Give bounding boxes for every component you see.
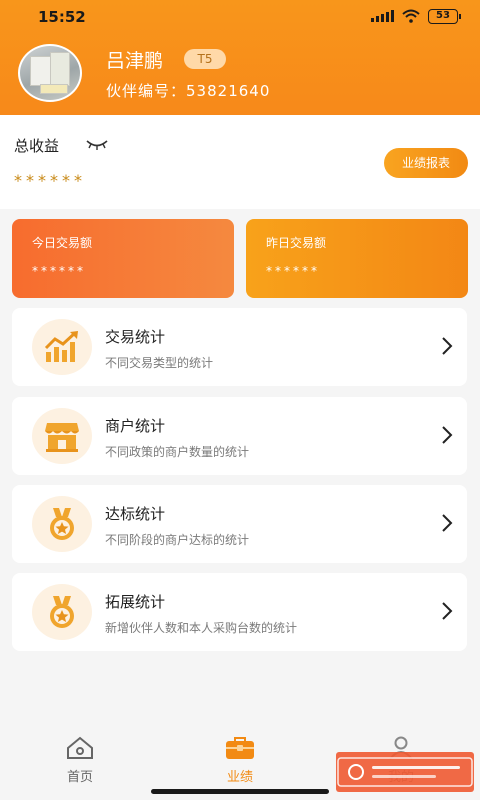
- profile-header: 15:52 53 吕津鹏 T5 伙伴编号：53821640: [0, 0, 480, 115]
- chevron-right-icon: [442, 514, 453, 532]
- target-stats-row[interactable]: 达标统计 不同阶段的商户达标的统计: [12, 485, 467, 563]
- icon-badge: [32, 584, 92, 640]
- avatar[interactable]: [18, 44, 82, 102]
- target-stats-title: 达标统计: [105, 505, 166, 523]
- site-watermark: [336, 752, 474, 792]
- icon-badge: [32, 319, 92, 375]
- chevron-right-icon: [442, 337, 453, 355]
- user-name: 吕津鹏: [106, 50, 164, 72]
- medal-icon: [50, 596, 74, 628]
- partner-id-row: 伙伴编号：53821640: [106, 80, 270, 101]
- eye-closed-icon[interactable]: [86, 139, 108, 151]
- tab-performance-label: 业绩: [226, 770, 253, 785]
- wifi-icon: [402, 9, 420, 23]
- expansion-stats-title: 拓展统计: [105, 593, 166, 611]
- today-volume-value: ******: [32, 264, 86, 278]
- total-earnings-value: ******: [14, 171, 86, 190]
- expansion-stats-row[interactable]: 拓展统计 新增伙伴人数和本人采购台数的统计: [12, 573, 467, 651]
- merchant-stats-title: 商户统计: [105, 417, 166, 435]
- signal-icon: [371, 10, 394, 22]
- yesterday-volume-card[interactable]: 昨日交易额 ******: [246, 219, 468, 298]
- battery-level: 53: [436, 9, 450, 21]
- trending-up-chart-icon: [44, 331, 78, 362]
- merchant-stats-desc: 不同政策的商户数量的统计: [105, 445, 250, 459]
- today-volume-label: 今日交易额: [32, 236, 93, 250]
- status-time: 15:52: [38, 8, 86, 26]
- status-icons: 53: [371, 8, 461, 24]
- transaction-stats-title: 交易统计: [105, 328, 166, 346]
- tab-home-label: 首页: [66, 770, 93, 785]
- home-icon: [67, 736, 93, 759]
- status-bar: 15:52 53: [0, 0, 480, 32]
- icon-badge: [32, 408, 92, 464]
- transaction-stats-row[interactable]: 交易统计 不同交易类型的统计: [12, 308, 467, 386]
- merchant-stats-row[interactable]: 商户统计 不同政策的商户数量的统计: [12, 397, 467, 475]
- yesterday-volume-value: ******: [266, 264, 320, 278]
- medal-icon: [50, 508, 74, 540]
- tier-badge: T5: [184, 49, 226, 69]
- chevron-right-icon: [442, 426, 453, 444]
- today-volume-card[interactable]: 今日交易额 ******: [12, 219, 234, 298]
- battery-icon: 53: [428, 8, 461, 24]
- partner-id-value: 53821640: [186, 82, 271, 100]
- transaction-stats-desc: 不同交易类型的统计: [105, 356, 214, 370]
- icon-badge: [32, 496, 92, 552]
- briefcase-icon: [226, 737, 254, 759]
- tab-performance[interactable]: 业绩: [210, 736, 270, 785]
- tab-home[interactable]: 首页: [50, 736, 110, 785]
- expansion-stats-desc: 新增伙伴人数和本人采购台数的统计: [105, 621, 298, 635]
- partner-id-label: 伙伴编号：: [106, 82, 187, 100]
- home-indicator[interactable]: [151, 789, 329, 794]
- target-stats-desc: 不同阶段的商户达标的统计: [105, 533, 250, 547]
- yesterday-volume-label: 昨日交易额: [266, 236, 327, 250]
- total-earnings-label: 总收益: [14, 137, 60, 155]
- performance-report-button[interactable]: 业绩报表: [384, 148, 468, 178]
- chevron-right-icon: [442, 602, 453, 620]
- total-earnings-panel: 总收益 ****** 业绩报表: [0, 115, 480, 209]
- storefront-icon: [45, 423, 79, 452]
